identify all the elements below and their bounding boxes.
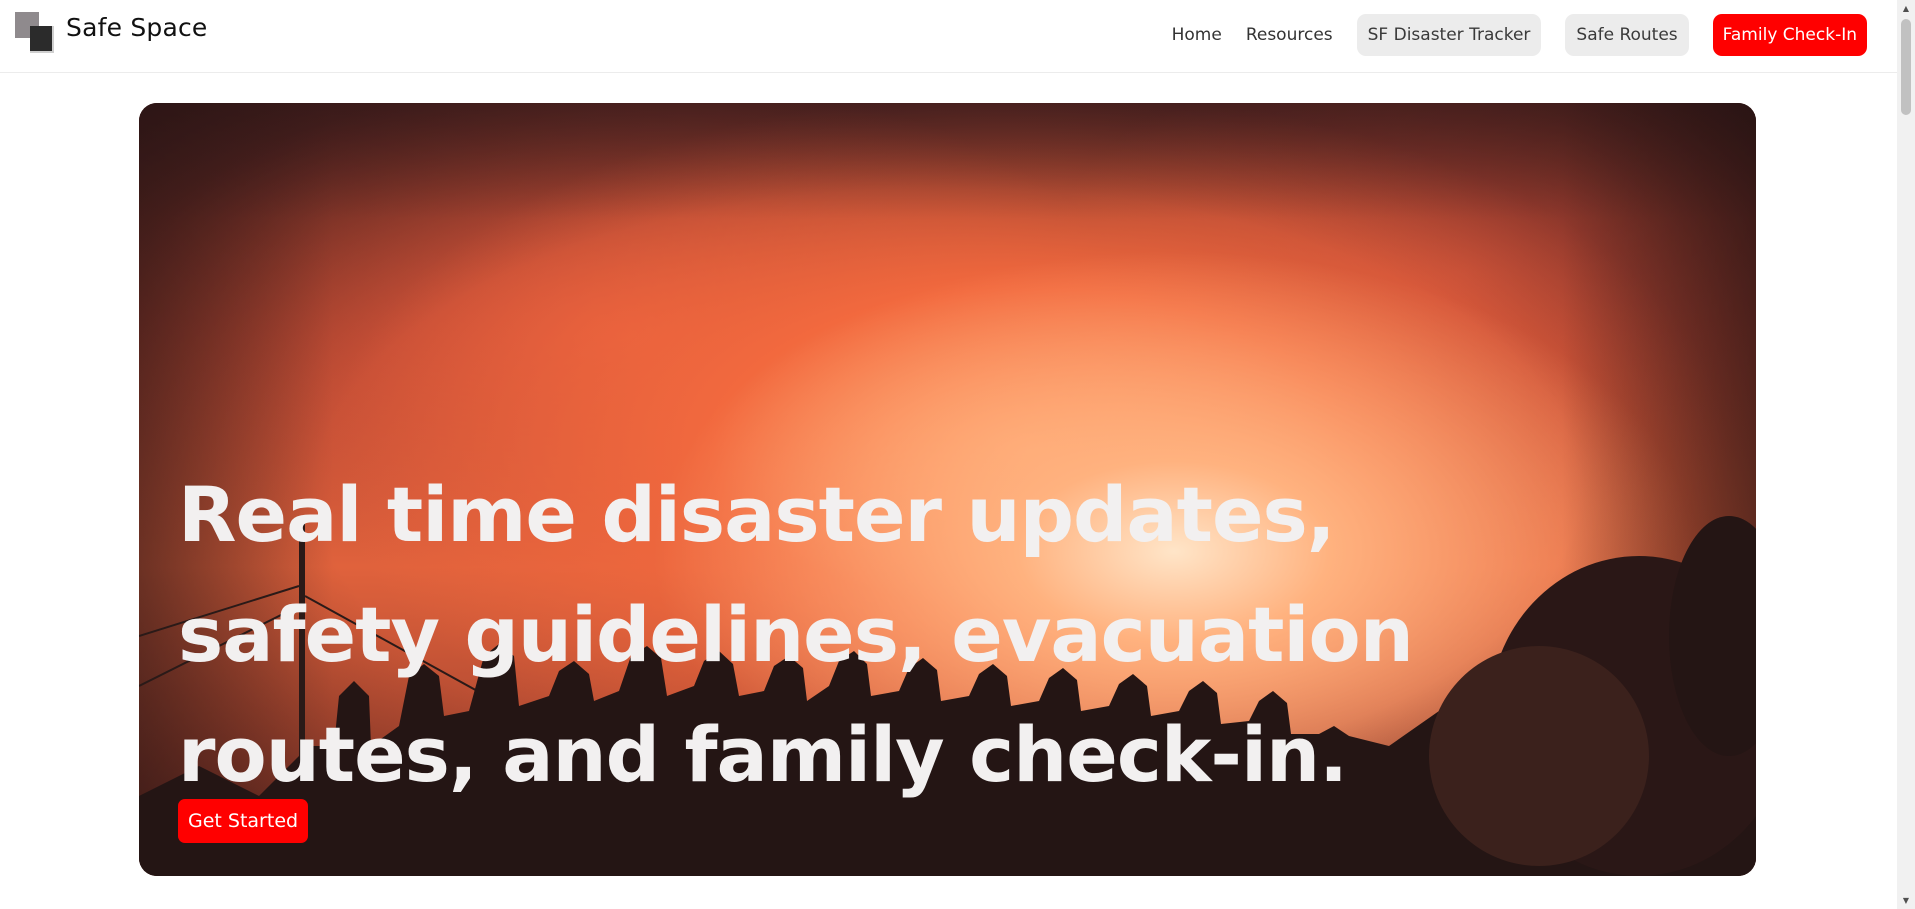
top-navbar: Safe Space Home Resources SF Disaster Tr… xyxy=(0,0,1897,73)
brand-home-link[interactable]: Safe Space xyxy=(15,12,208,54)
scroll-up-arrow-icon[interactable]: ▲ xyxy=(1897,0,1915,17)
vertical-scrollbar[interactable]: ▲ ▼ xyxy=(1897,0,1915,909)
scrollbar-thumb[interactable] xyxy=(1901,19,1911,115)
nav-resources-link[interactable]: Resources xyxy=(1246,14,1333,56)
main-nav: Home Resources SF Disaster Tracker Safe … xyxy=(1148,14,1867,56)
get-started-button[interactable]: Get Started xyxy=(178,799,309,843)
brand-name: Safe Space xyxy=(66,12,208,42)
hero-banner: Real time disaster updates, safety guide… xyxy=(139,103,1756,876)
hero-headline: Real time disaster updates, safety guide… xyxy=(178,470,1414,799)
page: Safe Space Home Resources SF Disaster Tr… xyxy=(0,0,1915,909)
scroll-down-arrow-icon[interactable]: ▼ xyxy=(1897,892,1915,909)
nav-safe-routes-button[interactable]: Safe Routes xyxy=(1565,14,1689,56)
overlapping-squares-logo-icon xyxy=(15,12,55,54)
nav-disaster-tracker-button[interactable]: SF Disaster Tracker xyxy=(1356,14,1542,56)
nav-home-link[interactable]: Home xyxy=(1172,14,1222,56)
nav-family-checkin-button[interactable]: Family Check-In xyxy=(1712,14,1867,56)
